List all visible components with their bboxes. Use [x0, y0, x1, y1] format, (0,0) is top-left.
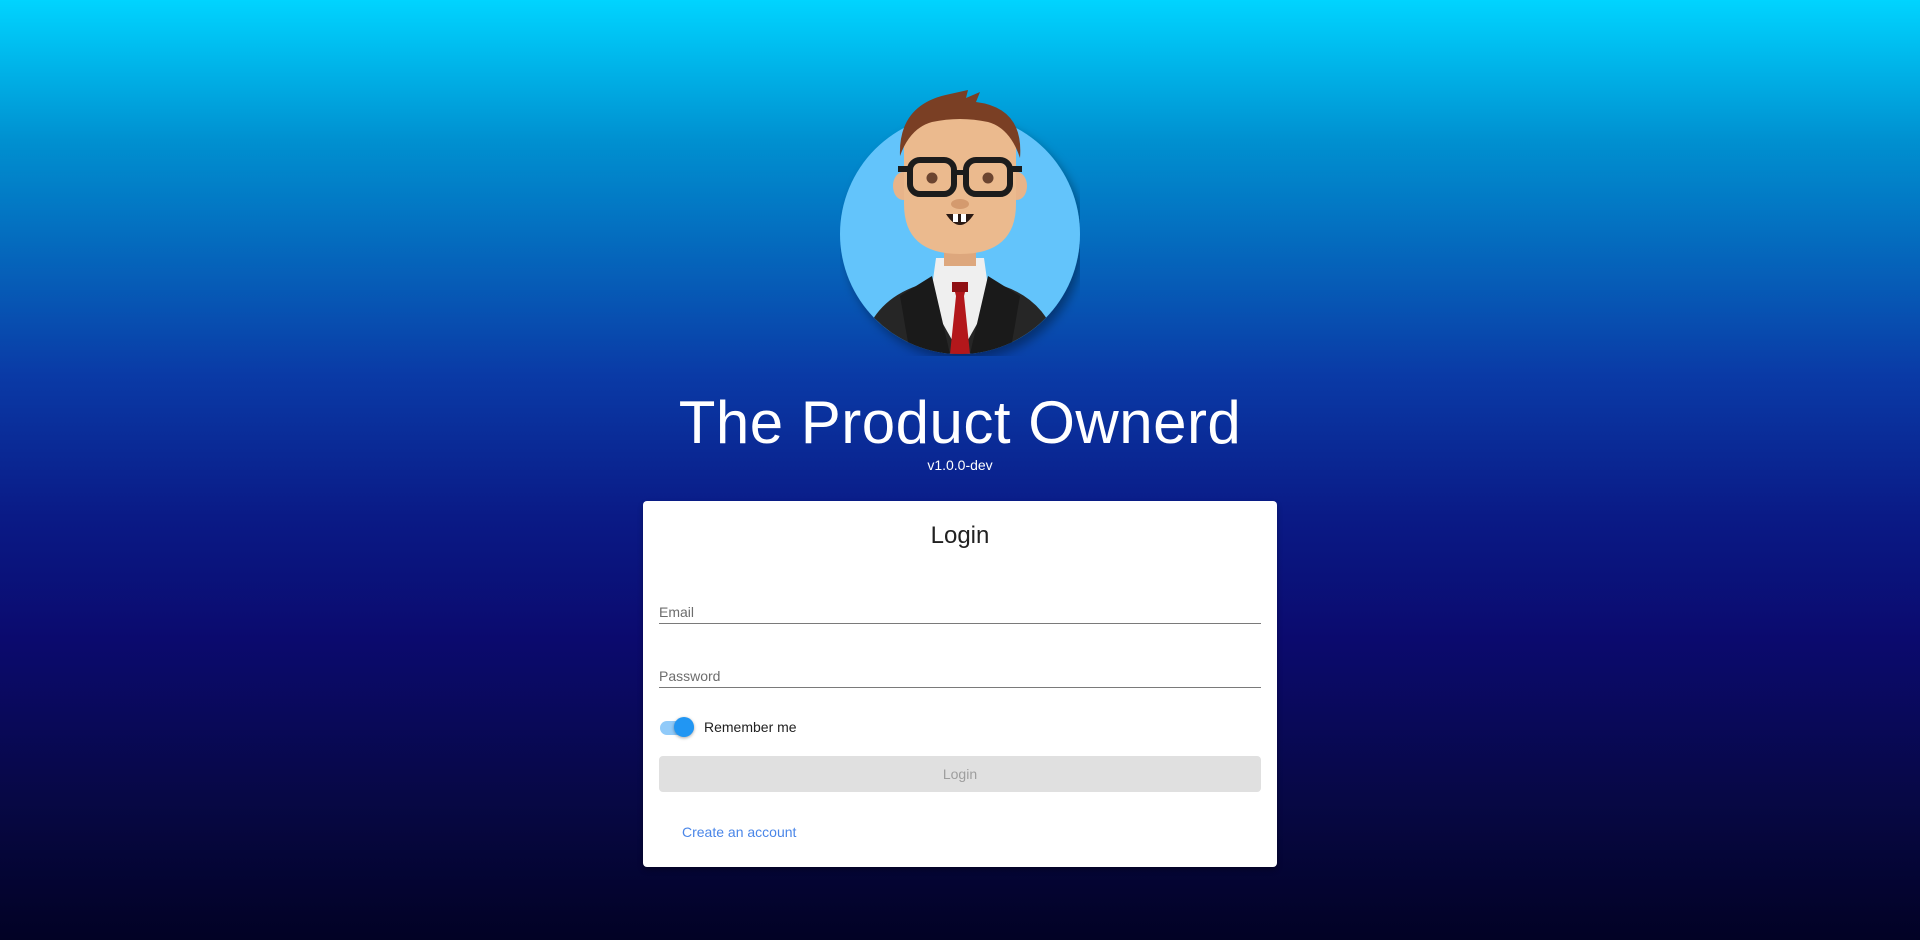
email-field[interactable]	[659, 592, 1261, 624]
login-card-title: Login	[930, 522, 990, 549]
toggle-thumb	[674, 717, 694, 737]
app-version: v1.0.0-dev	[927, 457, 993, 473]
product-owner-avatar-icon	[840, 86, 1080, 356]
password-field[interactable]	[659, 656, 1261, 688]
app-title: The Product Ownerd	[678, 389, 1242, 456]
remember-me-row: Remember me	[659, 716, 797, 738]
remember-me-label[interactable]: Remember me	[704, 719, 797, 735]
login-button[interactable]: Login	[659, 756, 1261, 792]
remember-me-toggle[interactable]	[659, 716, 695, 738]
create-account-link[interactable]: Create an account	[682, 824, 796, 840]
email-field-container	[659, 592, 1261, 626]
password-field-container	[659, 656, 1261, 690]
